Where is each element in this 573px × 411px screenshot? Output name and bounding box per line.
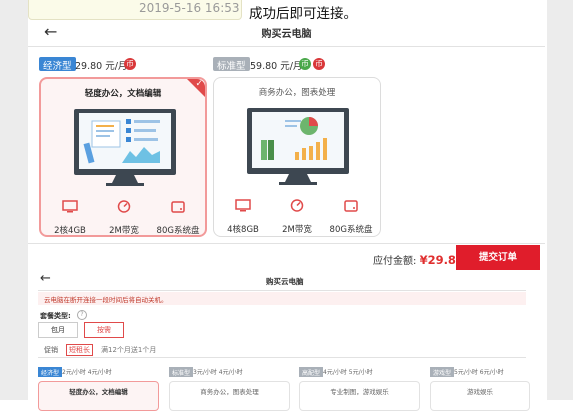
page-title-2: 购买云电脑 — [266, 277, 304, 286]
plan-tag-economy: 经济型 — [39, 57, 76, 72]
spec-label: 80G系统盘 — [329, 225, 373, 235]
header-divider-2 — [38, 290, 526, 291]
auto-shutdown-notice: 云电脑在断开连接一段时间后将自动关机。 — [38, 292, 526, 305]
bandwidth-icon — [117, 200, 131, 213]
plan-card-economy-2[interactable]: 轻度办公，文档编辑 — [38, 381, 159, 411]
footer-divider — [28, 243, 545, 244]
coin-icon: 币 — [299, 58, 311, 70]
monitor-chart-icon — [247, 108, 349, 185]
top-note: 成功后即可连接。 — [249, 6, 357, 22]
disk-icon — [344, 200, 358, 212]
plan-card-game-2[interactable]: 游戏娱乐 — [430, 381, 530, 411]
total-amount: 应付金额: ¥29.80 — [373, 252, 464, 267]
promo-label: 促销 — [44, 346, 58, 354]
monitor-icon — [62, 200, 78, 213]
plan-price-2: 3元/小时 4元/小时 — [193, 369, 243, 376]
header-divider — [28, 46, 545, 47]
upload-tooltip: 2019-5-16 16:53 上传 — [28, 0, 242, 20]
submit-order-button[interactable]: 提交订单 — [456, 245, 540, 270]
promo-tag: 短租长 — [66, 344, 93, 356]
spec-label: 2核4GB — [54, 226, 86, 236]
spec-label: 80G系统盘 — [156, 226, 200, 236]
plan-price-2: 4元/小时 5元/小时 — [323, 369, 373, 376]
monitor-doc-icon — [74, 109, 176, 186]
monitor-icon — [235, 199, 251, 212]
spec-disk: 80G系统盘 — [151, 198, 205, 236]
chip-on-demand[interactable]: 按需 — [84, 322, 124, 338]
spec-bandwidth: 2M带宽 — [97, 198, 151, 236]
plan-card-title: 轻度办公，文档编辑 — [84, 89, 162, 99]
plan-tag-economy-2: 经济型 — [38, 367, 63, 377]
left-gutter — [0, 0, 28, 400]
spec-label: 4核8GB — [227, 225, 259, 235]
plan-price-standard: 59.80 元/月 — [250, 61, 303, 72]
coin-icon: 币 — [124, 58, 136, 70]
plan-card-title: 商务办公，图表处理 — [258, 88, 336, 98]
disk-icon — [171, 201, 185, 213]
promo-text: 满12个月送1个月 — [101, 346, 157, 354]
right-gutter — [547, 0, 573, 400]
plan-price-2: 2元/小时 4元/小时 — [62, 369, 112, 376]
spec-disk: 80G系统盘 — [324, 197, 378, 235]
spec-cpu: 2核4GB — [43, 198, 97, 236]
spec-cpu: 4核8GB — [216, 197, 270, 235]
plan-card-high-2[interactable]: 专业制图，游戏娱乐 — [299, 381, 420, 411]
promo-divider — [38, 357, 526, 358]
chip-monthly[interactable]: 包月 — [38, 322, 78, 338]
plan-price-economy: 29.80 元/月 — [75, 61, 128, 72]
plan-tag-standard: 标准型 — [213, 57, 250, 72]
bandwidth-icon — [290, 199, 304, 212]
plan-price-2: 5元/小时 6元/小时 — [454, 369, 504, 376]
plan-tag-high-2: 高配型 — [299, 367, 324, 377]
back-arrow-icon[interactable]: ← — [40, 271, 51, 286]
plan-tag-game-2: 游戏型 — [430, 367, 455, 377]
app-header: ← 购买云电脑 — [28, 22, 545, 44]
plan-card-economy[interactable]: ✓ 轻度办公，文档编辑 2核4GB 2M带宽 80G系统盘 — [39, 77, 207, 237]
spec-label: 2M带宽 — [282, 225, 312, 235]
spec-label: 2M带宽 — [109, 226, 139, 236]
page-title: 购买云电脑 — [261, 29, 312, 40]
plan-card-standard[interactable]: 商务办公，图表处理 4核8GB 2M带宽 80G系统盘 — [213, 77, 381, 237]
plan-tag-standard-2: 标准型 — [169, 367, 194, 377]
spec-bandwidth: 2M带宽 — [270, 197, 324, 235]
coin-icon: 币 — [313, 58, 325, 70]
plan-card-standard-2[interactable]: 商务办公，图表处理 — [169, 381, 290, 411]
package-type-label: 套餐类型: — [40, 312, 71, 320]
total-label: 应付金额: — [373, 256, 417, 267]
help-icon[interactable]: ? — [77, 310, 87, 320]
